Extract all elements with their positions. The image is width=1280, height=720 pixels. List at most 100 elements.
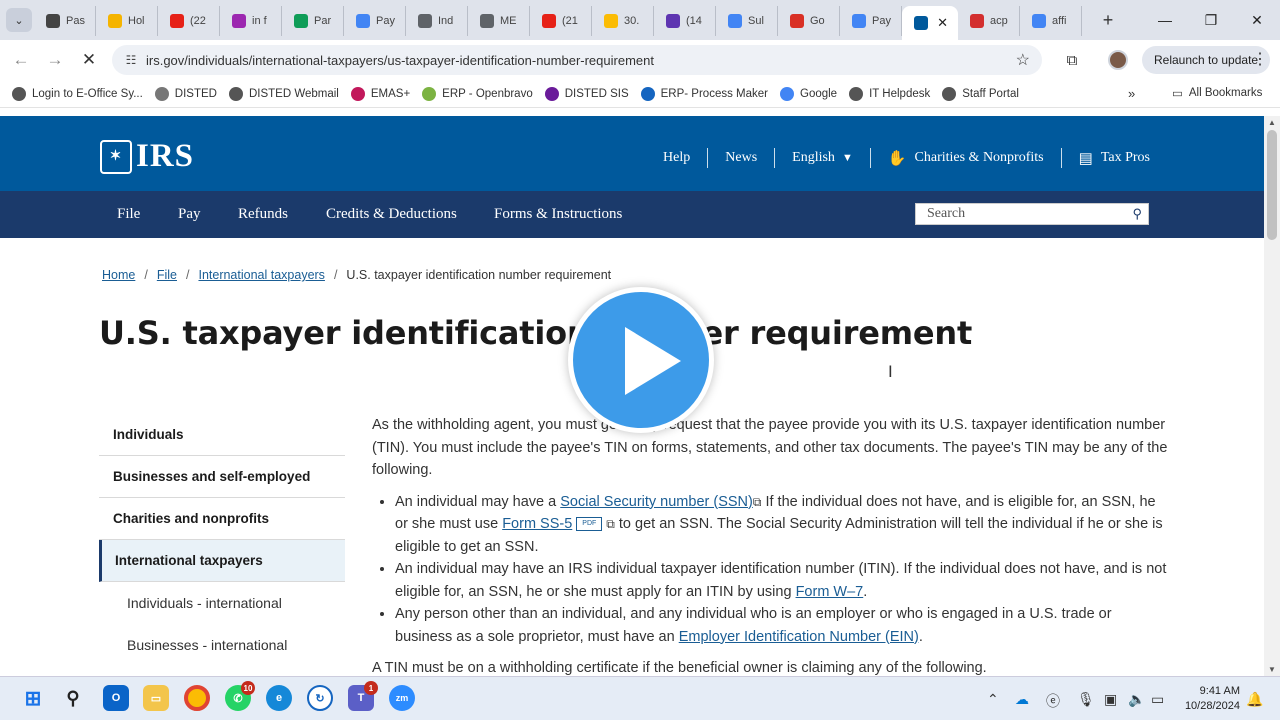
forward-button[interactable]: → [38,43,72,77]
speaker-icon[interactable]: 🔈 [1128,691,1145,708]
relaunch-button[interactable]: Relaunch to update [1142,46,1271,74]
extensions-icon[interactable]: ⧉ [1058,46,1086,74]
close-window-button[interactable]: ✕ [1234,0,1280,40]
nav-refunds[interactable]: Refunds [238,206,288,223]
nav-file[interactable]: File [117,206,140,223]
top-links: Help News English ▼ ✋ Charities & Nonprofi… [663,148,1150,168]
nav-credits-deductions[interactable]: Credits & Deductions [326,206,457,223]
sidenav-businesses[interactable]: Businesses and self-employed [99,456,345,498]
close-tab-icon[interactable]: ✕ [937,15,948,31]
bookmark-item[interactable]: ERP- Process Maker [640,86,768,101]
bookmark-item[interactable]: DISTED SIS [544,86,629,101]
display-icon[interactable]: ▣ [1104,691,1117,708]
browser-tab[interactable]: Sul [716,6,778,36]
copilot-icon[interactable]: ⓔ [1046,691,1060,711]
search-icon[interactable]: ⚲ [60,685,86,711]
sidenav-businesses-international[interactable]: Businesses - international [99,624,345,666]
bookmark-label: Google [800,87,838,100]
bookmark-item[interactable]: Login to E-Office Sy... [12,86,143,101]
browser-tab[interactable]: (14 [654,6,716,36]
browser-tab[interactable]: in f [220,6,282,36]
maximize-button[interactable]: ❐ [1188,0,1234,40]
file-explorer-icon[interactable]: ▭ [143,685,169,711]
search-input[interactable]: Search ⚲ [915,203,1149,225]
breadcrumb-home[interactable]: Home [102,268,135,282]
help-link[interactable]: Help [663,150,690,166]
scroll-up-icon[interactable]: ▲ [1268,118,1276,127]
form-ss5-link[interactable]: Form SS-5 [502,516,572,532]
tray-chevron-icon[interactable]: ⌃ [987,691,999,708]
video-play-button[interactable] [568,287,714,433]
browser-tab-active[interactable]: ✕ [902,6,958,40]
whatsapp-icon[interactable]: ✆ 10 [225,681,255,711]
bookmark-item[interactable]: EMAS+ [350,86,410,101]
new-tab-button[interactable]: + [1094,6,1122,34]
breadcrumb-file[interactable]: File [157,268,177,282]
microphone-icon[interactable]: 🎙 [1077,691,1095,708]
nav-pay[interactable]: Pay [178,206,201,223]
nav-forms-instructions[interactable]: Forms & Instructions [494,206,622,223]
bookmark-item[interactable]: Google [780,86,838,101]
tax-pros-link[interactable]: ▤ Tax Pros [1079,149,1150,168]
notifications-bell-icon[interactable]: 🔔 [1246,691,1263,708]
browser-tab[interactable]: Ind [406,6,468,36]
clock[interactable]: 9:41 AM 10/28/2024 [1176,684,1240,714]
browser-tab[interactable]: Go [778,6,840,36]
page-scrollbar[interactable]: ▲ ▼ [1264,116,1280,676]
browser-tab[interactable]: Pay [344,6,406,36]
news-link[interactable]: News [725,150,757,166]
browser-tab[interactable]: Par [282,6,344,36]
browser-tab[interactable]: Pay [840,6,902,36]
search-icon[interactable]: ⚲ [1132,206,1142,222]
bookmark-item[interactable]: IT Helpdesk [849,86,930,101]
sidenav-international[interactable]: International taxpayers [99,540,345,582]
outlook-icon[interactable]: O [103,685,129,711]
browser-tab[interactable]: Pas [34,6,96,36]
ein-link[interactable]: Employer Identification Number (EIN) [679,629,919,645]
site-info-icon[interactable]: ☷ [116,53,146,67]
bookmark-item[interactable]: DISTED [154,86,217,101]
charities-link[interactable]: ✋ Charities & Nonprofits [888,149,1044,168]
browser-tab[interactable]: 30. [592,6,654,36]
windows-start-icon[interactable]: ⊞ [20,685,46,711]
browser-tab[interactable]: (22 [158,6,220,36]
form-w7-link[interactable]: Form W–7 [796,584,864,600]
edge-icon[interactable]: e [266,685,292,711]
scroll-down-icon[interactable]: ▼ [1268,665,1276,674]
zoom-icon[interactable]: zm [389,685,415,711]
browser-tab[interactable]: Hol [96,6,158,36]
language-selector[interactable]: English ▼ [792,150,853,166]
ssn-link[interactable]: Social Security number (SSN) [560,494,753,510]
sidenav-individuals-international[interactable]: Individuals - international [99,582,345,624]
browser-tab[interactable]: acp [958,6,1020,36]
helpdesk-icon [849,86,864,101]
more-bookmarks-icon[interactable]: » [1128,86,1135,101]
onedrive-icon[interactable]: ☁ [1015,691,1029,708]
battery-icon[interactable]: ▭ [1151,691,1164,708]
back-button[interactable]: ← [4,43,38,77]
tab-search-button[interactable]: ⌄ [6,8,32,32]
sidenav-charities[interactable]: Charities and nonprofits [99,498,345,540]
all-bookmarks-button[interactable]: ▭ All Bookmarks [1172,86,1262,100]
teams-icon[interactable]: T1 [348,681,378,711]
breadcrumb-international[interactable]: International taxpayers [198,268,324,282]
webmail-icon [228,86,243,101]
chrome-icon[interactable] [184,685,210,711]
menu-kebab-icon[interactable]: ⋮ [1252,49,1268,69]
bookmark-item[interactable]: DISTED Webmail [228,86,339,101]
sync-icon[interactable]: ↻ [307,685,333,711]
minimize-button[interactable]: — [1142,0,1188,40]
irs-logo[interactable]: ✶ IRS [100,138,194,175]
browser-tab[interactable]: ME [468,6,530,36]
scroll-thumb[interactable] [1267,130,1277,240]
bookmark-item[interactable]: ERP - Openbravo [422,86,533,101]
stop-loading-button[interactable]: ✕ [72,43,106,77]
browser-tab[interactable]: (21 [530,6,592,36]
sidenav-individuals[interactable]: Individuals [99,414,345,456]
browser-tab[interactable]: affi [1020,6,1082,36]
address-bar[interactable]: ☷ irs.gov/individuals/international-taxp… [112,45,1042,75]
globe-icon [418,14,432,28]
bookmark-star-icon[interactable]: ☆ [1016,50,1030,70]
bookmark-item[interactable]: Staff Portal [942,86,1019,101]
profile-avatar[interactable] [1108,50,1128,70]
